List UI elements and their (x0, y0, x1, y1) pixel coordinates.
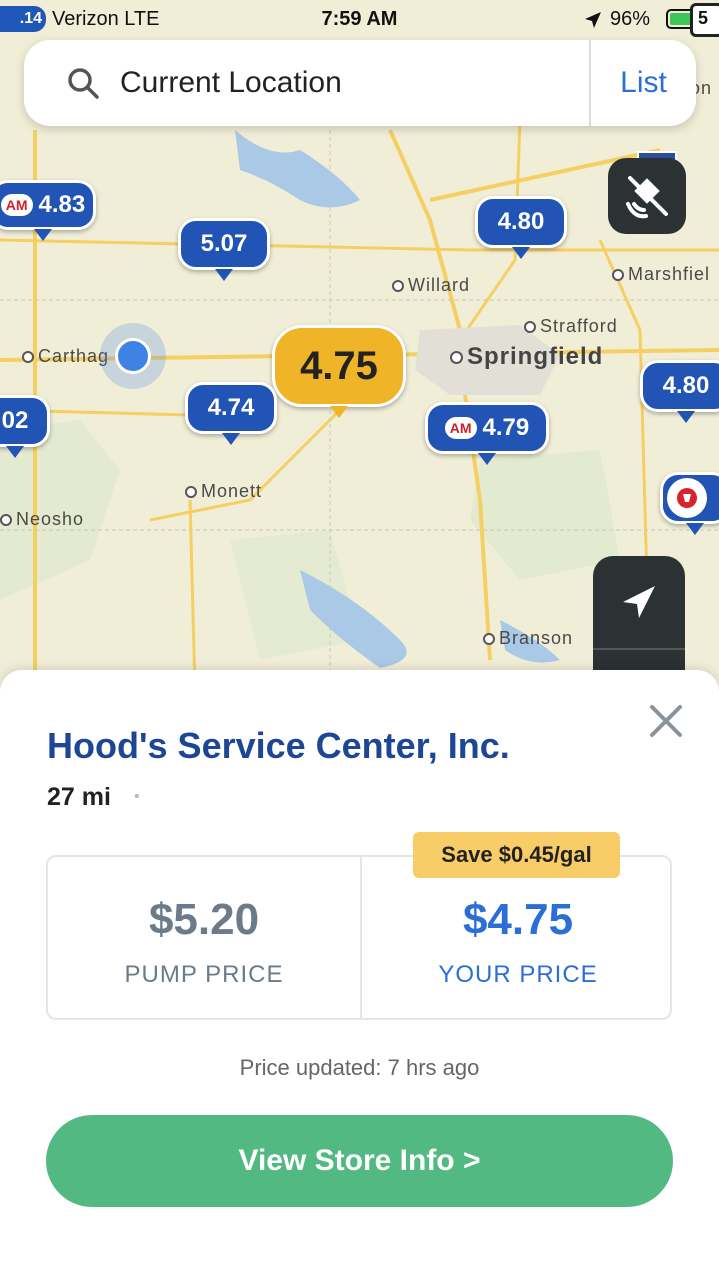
am-brand-logo: AM (444, 417, 477, 439)
rooster-brand-icon (667, 478, 707, 518)
price-updated-text: Price updated: 7 hrs ago (239, 1055, 480, 1080)
town-label-carthage: Carthag (22, 346, 109, 367)
town-label-strafford: Strafford (524, 316, 618, 337)
satellite-off-icon (626, 176, 668, 219)
savings-badge: Save $0.45/gal (413, 832, 620, 878)
price-pin[interactable]: 4.74 (185, 382, 277, 445)
navigation-arrow-icon (623, 586, 655, 618)
separator-dot: • (134, 788, 140, 805)
town-label-willard: Willard (392, 275, 470, 296)
pump-price-value: $5.20 (148, 895, 260, 944)
search-icon (68, 68, 99, 99)
city-label-springfield: Springfield (450, 343, 603, 371)
button-divider (593, 648, 685, 650)
your-price-label: YOUR PRICE (438, 961, 598, 988)
price-pin-partial[interactable] (660, 472, 719, 535)
pump-price-label: PUMP PRICE (124, 961, 284, 988)
price-pin[interactable]: 02 (0, 395, 50, 458)
status-bar: .14 Verizon LTE 7:59 AM 96% 5 (0, 0, 719, 40)
corner-badge: 5 (690, 3, 719, 37)
price-pin[interactable]: 4.80 (640, 360, 719, 423)
price-comparison-box: $5.20 PUMP PRICE $4.75 YOUR PRICE (46, 855, 672, 1020)
price-pin[interactable]: AM 4.83 (0, 180, 96, 241)
your-price-column: $4.75 YOUR PRICE (362, 857, 674, 1018)
list-view-button[interactable]: List (591, 40, 696, 126)
search-location-text[interactable]: Current Location (120, 66, 342, 100)
selected-price-pin[interactable]: 4.75 (272, 325, 406, 418)
station-detail-sheet: Hood's Service Center, Inc. 27 mi • $5.2… (0, 670, 719, 1280)
price-pin[interactable]: 5.07 (178, 218, 270, 281)
price-pin[interactable]: 4.80 (475, 196, 567, 259)
view-store-info-button[interactable]: View Store Info > (46, 1115, 673, 1207)
station-name: Hood's Service Center, Inc. (47, 725, 510, 766)
town-label-monett: Monett (185, 481, 262, 502)
map-layer-toggle-button[interactable] (608, 158, 686, 234)
your-price-value: $4.75 (462, 895, 574, 944)
user-location-dot (100, 323, 166, 389)
close-icon[interactable] (648, 703, 684, 739)
town-label-branson: Branson (483, 628, 573, 649)
price-pin[interactable]: AM 4.79 (425, 402, 549, 465)
pump-price-column: $5.20 PUMP PRICE (48, 857, 360, 1018)
town-label-marshfield: Marshfiel (612, 264, 710, 285)
station-distance: 27 mi (47, 783, 111, 811)
location-services-icon (585, 12, 601, 28)
search-bar[interactable]: Current Location List (24, 40, 696, 126)
town-label-neosho: Neosho (0, 509, 84, 530)
am-brand-logo: AM (0, 194, 33, 216)
battery-percentage: 96% (610, 8, 651, 30)
